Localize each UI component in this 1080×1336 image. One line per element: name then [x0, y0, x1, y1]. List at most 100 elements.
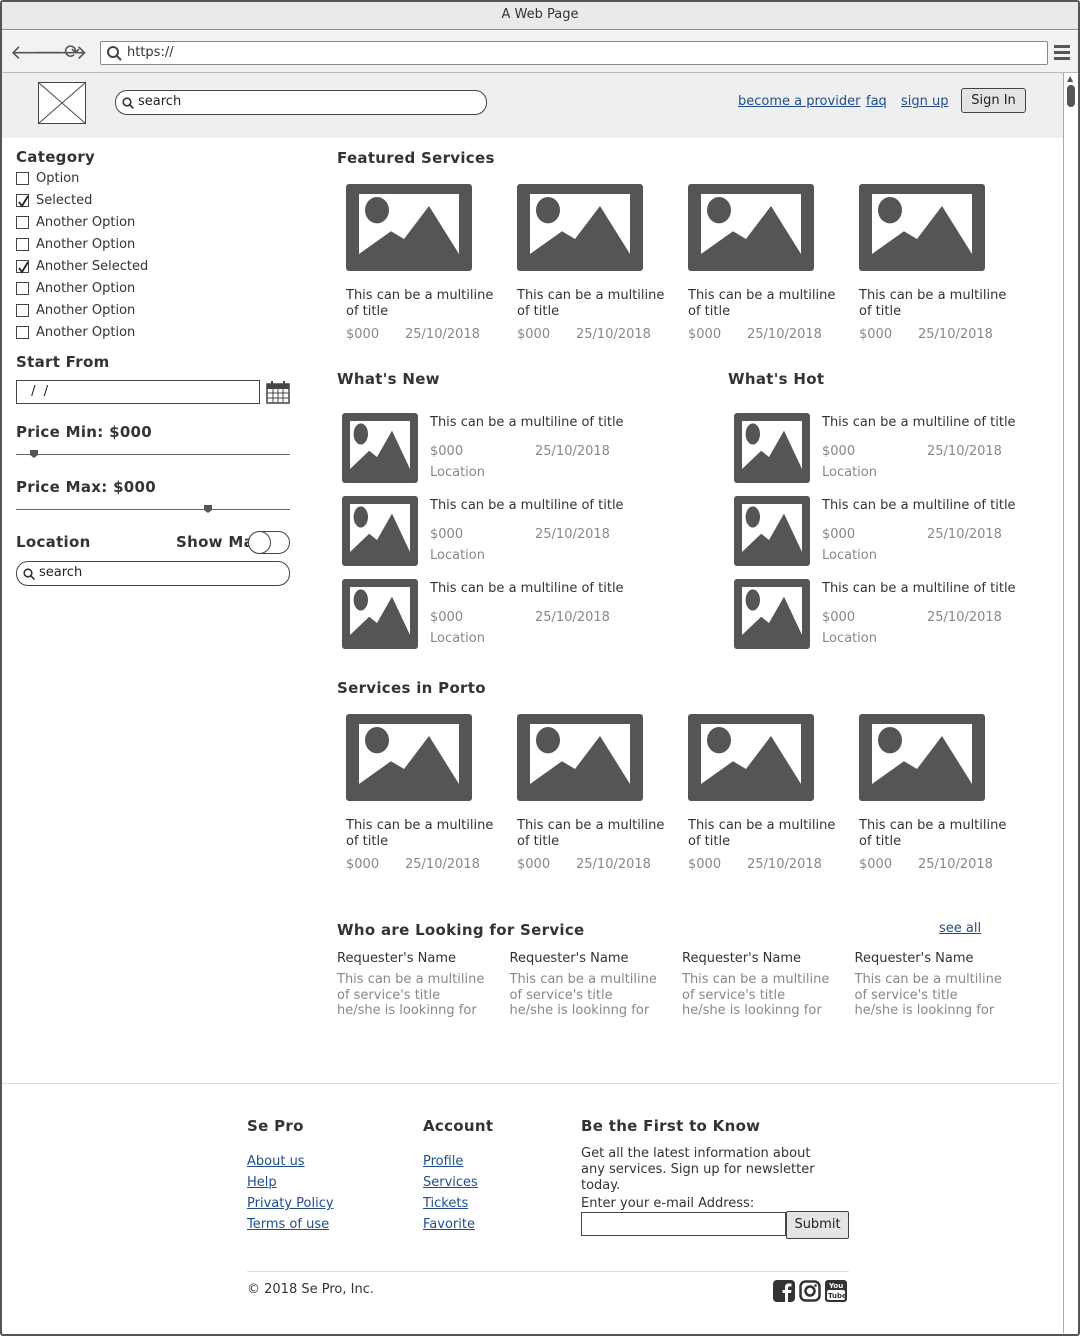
list-item[interactable]: This can be a multiline of title $000 25/1…	[342, 413, 624, 487]
checkbox[interactable]	[16, 194, 29, 208]
checkbox[interactable]	[16, 216, 29, 229]
service-card[interactable]: This can be a multiline of title $000 25/1…	[688, 714, 838, 879]
sign-up-link[interactable]: sign up	[901, 94, 949, 109]
logo-placeholder[interactable]	[38, 82, 86, 124]
become-provider-link[interactable]: become a provider	[738, 94, 860, 109]
item-image	[342, 413, 418, 487]
see-all-link[interactable]: see all	[939, 921, 981, 936]
service-date: 25/10/2018	[747, 857, 822, 872]
service-title: This can be a multiline of title	[517, 818, 665, 849]
category-option[interactable]: Another Option	[16, 237, 216, 254]
list-item[interactable]: This can be a multiline of title $000 25/1…	[342, 579, 624, 651]
checkbox[interactable]	[16, 238, 29, 251]
menu-icon[interactable]	[1054, 44, 1070, 60]
category-option[interactable]: Option	[16, 171, 216, 188]
price-max-slider-handle[interactable]	[203, 504, 213, 514]
footer-link[interactable]: Privaty Policy	[247, 1196, 334, 1211]
category-option[interactable]: Another Option	[16, 325, 216, 342]
show-map-toggle[interactable]	[248, 531, 290, 554]
services-in-porto-title: Services in Porto	[337, 679, 486, 697]
address-bar: 🡐 🡒 ⟳ https://	[2, 31, 1078, 73]
checkbox[interactable]	[16, 304, 29, 317]
price-max-slider[interactable]	[16, 509, 290, 510]
service-price: $000	[517, 327, 551, 342]
footer-account-title: Account	[423, 1117, 494, 1135]
service-card[interactable]: This can be a multiline of title $000 25/1…	[517, 184, 667, 349]
category-option[interactable]: Another Option	[16, 303, 216, 320]
newsletter-text: Get all the latest information about any…	[581, 1146, 815, 1193]
facebook-icon[interactable]	[773, 1280, 795, 1302]
footer-link[interactable]: Help	[247, 1175, 277, 1190]
service-card[interactable]: This can be a multiline of title $000 25/1…	[517, 714, 667, 879]
request-item[interactable]: Requester's Name This can be a multiline …	[855, 951, 1015, 1021]
request-item[interactable]: Requester's Name This can be a multiline …	[337, 951, 497, 1021]
checkmark-icon	[18, 195, 29, 208]
item-title: This can be a multiline of title	[822, 498, 1016, 513]
footer-link[interactable]: Tickets	[423, 1196, 468, 1211]
service-image	[859, 184, 985, 275]
sign-in-button[interactable]: Sign In	[961, 88, 1026, 113]
scroll-up-icon[interactable]: ▲	[1067, 74, 1073, 83]
checkbox[interactable]	[16, 260, 29, 274]
service-price: $000	[859, 327, 893, 342]
service-title: This can be a multiline of title	[346, 288, 494, 319]
service-card[interactable]: This can be a multiline of title $000 25/1…	[859, 714, 1009, 879]
list-item[interactable]: This can be a multiline of title $000 25/1…	[342, 496, 624, 568]
youtube-icon[interactable]: You Tube	[825, 1280, 847, 1302]
svg-text:Tube: Tube	[828, 1292, 847, 1300]
requester-name: Requester's Name	[682, 951, 801, 966]
service-card[interactable]: This can be a multiline of title $000 25/1…	[346, 714, 496, 879]
submit-button[interactable]: Submit	[786, 1211, 849, 1239]
email-input[interactable]	[581, 1212, 786, 1236]
service-card[interactable]: This can be a multiline of title $000 25/1…	[859, 184, 1009, 349]
price-min-slider-handle[interactable]	[29, 449, 39, 459]
scrollbar-thumb[interactable]	[1067, 85, 1075, 107]
calendar-icon[interactable]	[266, 380, 290, 404]
faq-link[interactable]: faq	[866, 94, 887, 109]
request-text: This can be a multiline of service's tit…	[509, 972, 657, 1018]
reload-icon[interactable]: ⟳	[64, 31, 80, 73]
item-date: 25/10/2018	[927, 610, 1002, 625]
list-item[interactable]: This can be a multiline of title $000 25/1…	[734, 413, 1016, 485]
checkbox[interactable]	[16, 172, 29, 185]
category-title: Category	[16, 148, 96, 166]
start-date-input[interactable]: / /	[16, 380, 260, 404]
checkbox[interactable]	[16, 326, 29, 339]
image-placeholder-icon	[517, 184, 643, 271]
service-title: This can be a multiline of title	[517, 288, 665, 319]
footer-link[interactable]: Services	[423, 1175, 478, 1190]
price-min-slider[interactable]	[16, 454, 290, 455]
category-option[interactable]: Another Option	[16, 215, 216, 232]
service-title: This can be a multiline of title	[859, 288, 1007, 319]
category-option[interactable]: Another Selected	[16, 259, 216, 276]
location-title: Location	[16, 533, 91, 551]
option-label: Another Option	[36, 237, 136, 252]
image-placeholder-icon	[734, 496, 810, 566]
request-item[interactable]: Requester's Name This can be a multiline …	[682, 951, 842, 1021]
category-option[interactable]: Selected	[16, 193, 216, 210]
request-text: This can be a multiline of service's tit…	[337, 972, 485, 1018]
image-placeholder-icon	[346, 714, 472, 801]
search-icon	[23, 568, 35, 580]
list-item[interactable]: This can be a multiline of title $000 25/1…	[734, 579, 1016, 651]
location-search-input[interactable]: search	[16, 561, 290, 586]
requester-name: Requester's Name	[337, 951, 456, 966]
option-label: Another Option	[36, 303, 136, 318]
header-search-input[interactable]: search	[115, 90, 487, 115]
footer-link[interactable]: Favorite	[423, 1217, 475, 1232]
request-item[interactable]: Requester's Name This can be a multiline …	[510, 951, 670, 1021]
instagram-icon[interactable]	[799, 1280, 821, 1302]
url-input[interactable]: https://	[100, 41, 1048, 65]
footer-link[interactable]: Terms of use	[247, 1217, 329, 1232]
whats-new-title: What's New	[337, 370, 440, 388]
checkbox[interactable]	[16, 282, 29, 295]
service-card[interactable]: This can be a multiline of title $000 25/1…	[346, 184, 496, 349]
scrollbar[interactable]: ▲	[1063, 73, 1078, 1333]
list-item[interactable]: This can be a multiline of title $000 25/1…	[734, 496, 1016, 568]
category-option[interactable]: Another Option	[16, 281, 216, 298]
footer-link[interactable]: About us	[247, 1154, 305, 1169]
item-location: Location	[822, 548, 877, 563]
service-card[interactable]: This can be a multiline of title $000 25/1…	[688, 184, 838, 349]
footer-link[interactable]: Profile	[423, 1154, 463, 1169]
service-image	[517, 714, 643, 805]
